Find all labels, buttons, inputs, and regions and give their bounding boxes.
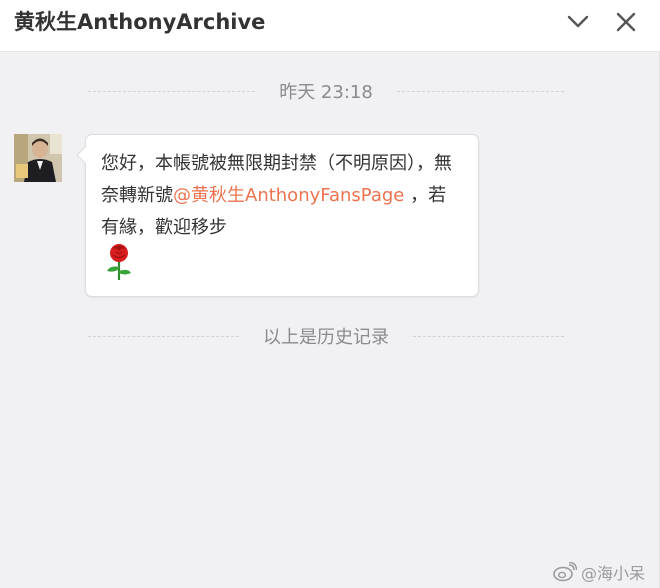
history-divider: 以上是历史记录 [88, 324, 564, 348]
divider-line [88, 90, 256, 92]
watermark-text: @海小呆 [581, 564, 646, 583]
watermark: @海小呆 [553, 560, 645, 584]
chat-title: 黄秋生AnthonyArchive [14, 10, 266, 34]
message-text: 您好，本帳號被無限期封禁（不明原因），無奈轉新號@黄秋生AnthonyFansP… [101, 148, 463, 244]
rose-icon [107, 244, 131, 280]
divider-line [88, 335, 239, 337]
sender-avatar[interactable] [14, 134, 62, 182]
bubble-tail [76, 146, 94, 164]
weibo-logo [553, 562, 577, 582]
avatar-image [14, 134, 62, 182]
divider-line [413, 335, 564, 337]
timestamp-divider: 昨天 23:18 [88, 79, 565, 103]
close-button[interactable] [612, 8, 640, 36]
title-bar: 黄秋生AnthonyArchive [0, 0, 660, 52]
mention-link[interactable]: @黄秋生AnthonyFansPage [173, 185, 404, 206]
collapse-button[interactable] [564, 8, 592, 36]
chevron-down-icon [567, 15, 589, 28]
message-timestamp: 昨天 23:18 [279, 82, 373, 103]
history-label: 以上是历史记录 [263, 327, 389, 348]
divider-line [396, 90, 565, 92]
message-bubble: 您好，本帳號被無限期封禁（不明原因），無奈轉新號@黄秋生AnthonyFansP… [76, 134, 479, 297]
chat-window: 黄秋生AnthonyArchive 昨天 23:18 您好，本帳號被無限期封禁（… [0, 0, 660, 588]
close-icon [616, 12, 636, 32]
